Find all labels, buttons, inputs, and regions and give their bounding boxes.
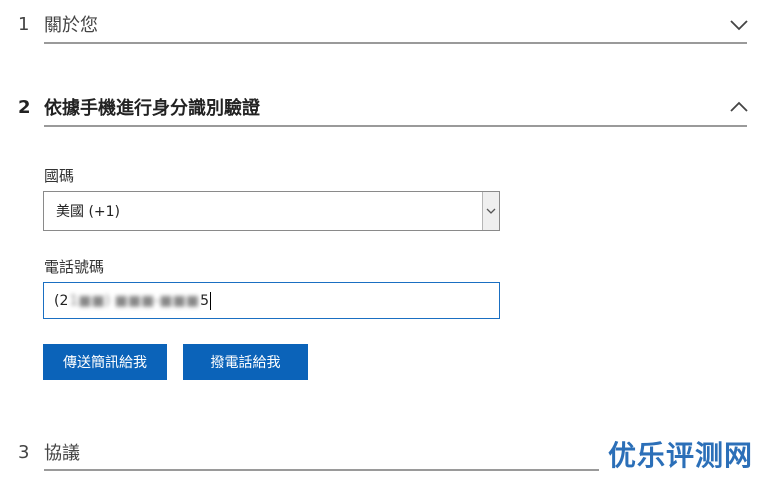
section-1-title: 關於您 (44, 15, 98, 36)
section-1-header[interactable]: 1 關於您 (18, 6, 98, 42)
phone-suffix: 5 (200, 292, 209, 309)
country-code-select[interactable]: 美國 (+1) (43, 191, 500, 231)
section-3-header[interactable]: 3 協議 (18, 434, 80, 470)
chevron-up-icon[interactable] (729, 100, 749, 114)
section-2-title: 依據手機進行身分識別驗證 (44, 98, 260, 119)
chevron-down-icon (486, 208, 496, 214)
section-2-divider (44, 125, 747, 127)
text-caret (210, 291, 211, 310)
phone-number-input[interactable]: (2 1■■) ■■■-■■■ 5 (43, 282, 500, 319)
country-code-label: 國碼 (44, 167, 75, 185)
phone-number-label: 電話號碼 (44, 258, 105, 276)
send-sms-button[interactable]: 傳送簡訊給我 (43, 344, 167, 380)
section-3-title: 協議 (44, 443, 80, 464)
phone-masked-digits: 1■■) ■■■-■■■ (69, 292, 200, 309)
section-1-number: 1 (18, 13, 30, 35)
chevron-down-icon[interactable] (729, 18, 749, 32)
section-2-number: 2 (18, 96, 31, 118)
section-3-divider (44, 469, 599, 471)
call-me-button[interactable]: 撥電話給我 (183, 344, 308, 380)
section-3-number: 3 (18, 441, 30, 463)
watermark-text: 优乐评测网 (608, 439, 754, 472)
select-arrow[interactable] (482, 192, 499, 230)
country-code-value: 美國 (+1) (56, 204, 121, 220)
section-1-divider (44, 42, 747, 44)
phone-prefix: (2 (54, 292, 69, 309)
section-2-header[interactable]: 2 依據手機進行身分識別驗證 (18, 89, 260, 125)
